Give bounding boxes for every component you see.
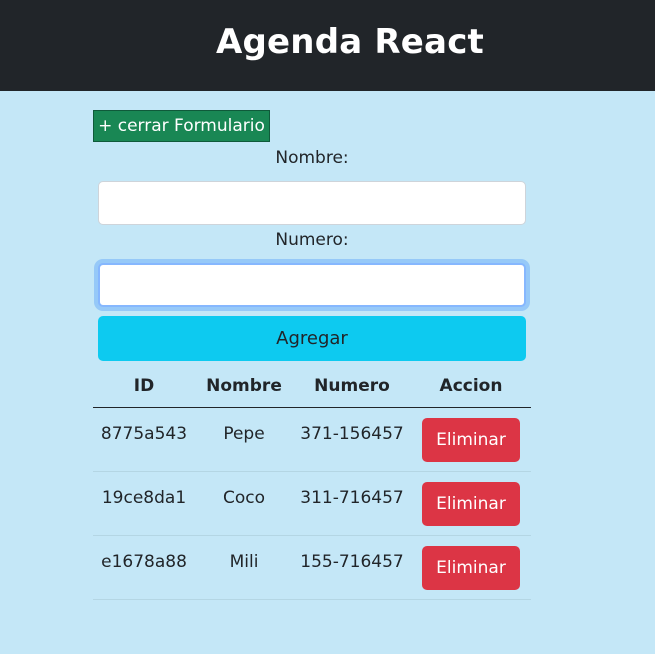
cell-numero: 371-156457 [293, 407, 411, 472]
column-header-id: ID [93, 364, 195, 408]
cell-numero: 155-716457 [293, 535, 411, 600]
cell-accion: Eliminar [411, 471, 531, 536]
cell-accion: Eliminar [411, 407, 531, 472]
eliminar-button[interactable]: Eliminar [422, 418, 520, 462]
numero-input[interactable] [98, 263, 526, 307]
navbar: Agenda React [0, 0, 655, 91]
nombre-input[interactable] [98, 181, 526, 225]
page-title: Agenda React [215, 22, 485, 62]
cell-id: 19ce8da1 [93, 471, 195, 536]
toggle-form-button[interactable]: + cerrar Formulario [93, 110, 270, 142]
cell-nombre: Mili [195, 535, 293, 600]
cell-nombre: Pepe [195, 407, 293, 472]
cell-id: e1678a88 [93, 535, 195, 600]
contacts-table: ID Nombre Numero Accion 8775a543 Pepe 37… [93, 364, 531, 600]
column-header-nombre: Nombre [195, 364, 293, 408]
table-row: 8775a543 Pepe 371-156457 Eliminar [93, 407, 531, 472]
column-header-accion: Accion [411, 364, 531, 408]
table-row: e1678a88 Mili 155-716457 Eliminar [93, 535, 531, 600]
agregar-button[interactable]: Agregar [98, 316, 526, 361]
eliminar-button[interactable]: Eliminar [422, 482, 520, 526]
eliminar-button[interactable]: Eliminar [422, 546, 520, 590]
cell-nombre: Coco [195, 471, 293, 536]
column-header-numero: Numero [293, 364, 411, 408]
numero-label: Numero: [275, 230, 349, 250]
table-header-row: ID Nombre Numero Accion [93, 364, 531, 408]
cell-accion: Eliminar [411, 535, 531, 600]
cell-numero: 311-716457 [293, 471, 411, 536]
nombre-label: Nombre: [275, 148, 349, 168]
cell-id: 8775a543 [93, 407, 195, 472]
table-row: 19ce8da1 Coco 311-716457 Eliminar [93, 471, 531, 536]
